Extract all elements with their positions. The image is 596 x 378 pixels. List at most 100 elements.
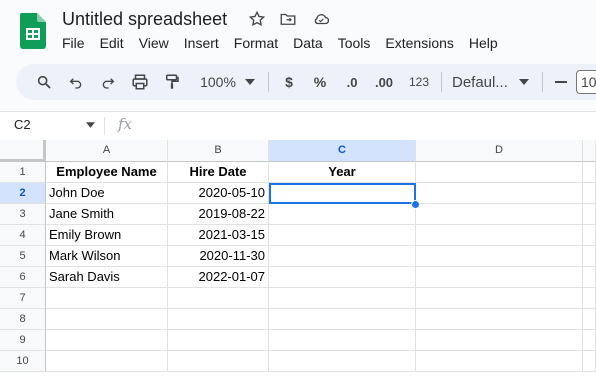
cell-b10[interactable] xyxy=(168,351,269,372)
row-header-7[interactable]: 7 xyxy=(0,288,46,309)
cell-c5[interactable] xyxy=(269,246,416,267)
cell-a6[interactable]: Sarah Davis xyxy=(46,267,168,288)
row-header-5[interactable]: 5 xyxy=(0,246,46,267)
menu-view[interactable]: View xyxy=(139,35,169,51)
cell-e3[interactable] xyxy=(583,204,596,225)
cell-e10[interactable] xyxy=(583,351,596,372)
select-all-corner[interactable] xyxy=(0,140,46,162)
document-title[interactable]: Untitled spreadsheet xyxy=(62,9,227,30)
paint-format-icon[interactable] xyxy=(160,64,184,100)
cell-a5[interactable]: Mark Wilson xyxy=(46,246,168,267)
row-header-8[interactable]: 8 xyxy=(0,309,46,330)
cell-b2[interactable]: 2020-05-10 xyxy=(168,183,269,204)
cell-b1[interactable]: Hire Date xyxy=(168,162,269,183)
menu-data[interactable]: Data xyxy=(293,35,323,51)
cell-c8[interactable] xyxy=(269,309,416,330)
cell-d8[interactable] xyxy=(416,309,583,330)
menu-tools[interactable]: Tools xyxy=(338,35,371,51)
cell-d10[interactable] xyxy=(416,351,583,372)
font-dropdown-icon[interactable] xyxy=(516,64,532,100)
column-header-a[interactable]: A xyxy=(46,140,168,162)
cell-d3[interactable] xyxy=(416,204,583,225)
cell-c10[interactable] xyxy=(269,351,416,372)
undo-icon[interactable] xyxy=(64,64,88,100)
cell-b8[interactable] xyxy=(168,309,269,330)
menu-format[interactable]: Format xyxy=(234,35,278,51)
cell-e7[interactable] xyxy=(583,288,596,309)
cell-b5[interactable]: 2020-11-30 xyxy=(168,246,269,267)
column-header-b[interactable]: B xyxy=(168,140,269,162)
cell-c9[interactable] xyxy=(269,330,416,351)
font-family-select[interactable]: Defaul... xyxy=(452,64,512,100)
row-header-2[interactable]: 2 xyxy=(0,183,46,204)
decrease-decimal-button[interactable]: .0 xyxy=(340,64,364,100)
name-box-dropdown-icon[interactable] xyxy=(86,122,95,128)
percent-format-button[interactable]: % xyxy=(310,64,330,100)
cell-d7[interactable] xyxy=(416,288,583,309)
cell-c7[interactable] xyxy=(269,288,416,309)
star-icon[interactable] xyxy=(248,10,266,28)
cloud-status-icon[interactable] xyxy=(310,10,332,28)
menu-file[interactable]: File xyxy=(62,35,85,51)
cell-e4[interactable] xyxy=(583,225,596,246)
menu-extensions[interactable]: Extensions xyxy=(385,35,453,51)
cell-c3[interactable] xyxy=(269,204,416,225)
cell-a1[interactable]: Employee Name xyxy=(46,162,168,183)
cell-a8[interactable] xyxy=(46,309,168,330)
cell-d1[interactable] xyxy=(416,162,583,183)
cell-a3[interactable]: Jane Smith xyxy=(46,204,168,225)
more-formats-button[interactable]: 123 xyxy=(405,64,433,100)
cell-b4[interactable]: 2021-03-15 xyxy=(168,225,269,246)
cell-a7[interactable] xyxy=(46,288,168,309)
cell-c1[interactable]: Year xyxy=(269,162,416,183)
row-header-6[interactable]: 6 xyxy=(0,267,46,288)
cell-d5[interactable] xyxy=(416,246,583,267)
menu-insert[interactable]: Insert xyxy=(184,35,219,51)
decrease-font-size-button[interactable] xyxy=(552,64,570,100)
print-icon[interactable] xyxy=(128,64,152,100)
cell-a10[interactable] xyxy=(46,351,168,372)
name-box[interactable]: C2 xyxy=(14,117,31,132)
sheets-logo-icon[interactable] xyxy=(20,13,46,49)
row-header-10[interactable]: 10 xyxy=(0,351,46,372)
cell-e9[interactable] xyxy=(583,330,596,351)
column-header-d[interactable]: D xyxy=(416,140,583,162)
spreadsheet-grid: A B C D 1 Employee Name Hire Date Year 2 John… xyxy=(0,140,596,378)
menu-help[interactable]: Help xyxy=(469,35,498,51)
zoom-select[interactable]: 100% xyxy=(194,64,242,100)
redo-icon[interactable] xyxy=(96,64,120,100)
cell-d9[interactable] xyxy=(416,330,583,351)
column-header-e[interactable] xyxy=(583,140,596,162)
zoom-dropdown-icon[interactable] xyxy=(242,64,258,100)
row-header-1[interactable]: 1 xyxy=(0,162,46,183)
row-header-3[interactable]: 3 xyxy=(0,204,46,225)
move-folder-icon[interactable] xyxy=(278,10,298,28)
cell-e8[interactable] xyxy=(583,309,596,330)
cell-e1[interactable] xyxy=(583,162,596,183)
increase-decimal-button[interactable]: .00 xyxy=(372,64,396,100)
font-size-input[interactable]: 10 xyxy=(576,70,596,94)
cell-e5[interactable] xyxy=(583,246,596,267)
menu-edit[interactable]: Edit xyxy=(100,35,124,51)
column-header-c[interactable]: C xyxy=(269,140,416,162)
cell-a2[interactable]: John Doe xyxy=(46,183,168,204)
cell-b9[interactable] xyxy=(168,330,269,351)
cell-d4[interactable] xyxy=(416,225,583,246)
cell-d2[interactable] xyxy=(416,183,583,204)
cell-c2[interactable] xyxy=(269,183,416,204)
currency-format-button[interactable]: $ xyxy=(279,64,299,100)
row-header-9[interactable]: 9 xyxy=(0,330,46,351)
cell-b3[interactable]: 2019-08-22 xyxy=(168,204,269,225)
search-menus-icon[interactable] xyxy=(32,64,56,100)
cell-c6[interactable] xyxy=(269,267,416,288)
cell-e6[interactable] xyxy=(583,267,596,288)
row-header-4[interactable]: 4 xyxy=(0,225,46,246)
fill-handle[interactable] xyxy=(411,200,420,209)
cell-a4[interactable]: Emily Brown xyxy=(46,225,168,246)
cell-a9[interactable] xyxy=(46,330,168,351)
cell-e2[interactable] xyxy=(583,183,596,204)
cell-b6[interactable]: 2022-01-07 xyxy=(168,267,269,288)
cell-d6[interactable] xyxy=(416,267,583,288)
cell-c4[interactable] xyxy=(269,225,416,246)
cell-b7[interactable] xyxy=(168,288,269,309)
